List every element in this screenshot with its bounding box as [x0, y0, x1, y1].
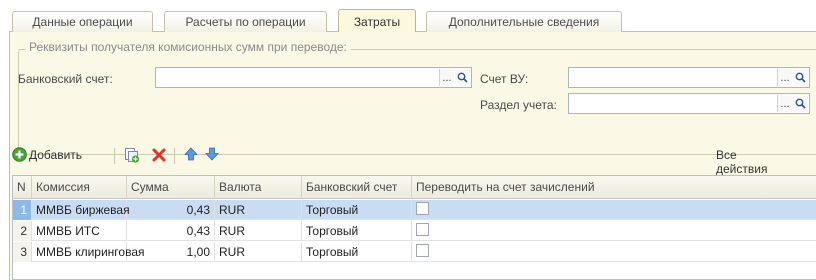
transfer-checkbox[interactable] — [416, 223, 429, 236]
search-icon[interactable] — [793, 95, 808, 112]
table-row[interactable]: 3 ММВБ клиринговая 1,00 RUR Торговый — [13, 242, 816, 262]
delete-icon — [152, 148, 166, 162]
tab-operation-settlements[interactable]: Расчеты по операции — [164, 11, 327, 32]
bank-account-select-button[interactable]: ... — [439, 69, 454, 86]
arrow-down-icon — [205, 147, 219, 161]
section-label: Раздел учета: — [480, 98, 557, 112]
currency-cell[interactable]: RUR — [215, 221, 302, 241]
amount-cell[interactable]: 1,00 — [127, 242, 215, 262]
table-row[interactable]: 1 ММВБ биржевая 0,43 RUR Торговый — [13, 200, 816, 220]
section-select-button[interactable]: ... — [777, 95, 792, 112]
bank-account-label: Банковский счет: — [18, 72, 113, 86]
table-row[interactable]: 2 ММВБ ИТС 0,43 RUR Торговый — [13, 221, 816, 241]
section-field[interactable]: ... — [568, 93, 810, 114]
column-header-transfer[interactable]: Переводить на счет зачислений — [412, 176, 816, 199]
row-number: 1 — [13, 200, 32, 220]
tab-bar: Данные операции Расчеты по операции Затр… — [9, 9, 816, 33]
group-title: Реквизиты получателя комисионных сумм пр… — [25, 40, 351, 54]
copy-icon — [125, 148, 140, 163]
commission-cell[interactable]: ММВБ ИТС — [32, 221, 127, 241]
vu-account-field[interactable]: ... — [568, 67, 810, 88]
commission-cell[interactable]: ММВБ клиринговая — [32, 242, 145, 262]
search-icon[interactable] — [455, 69, 470, 86]
vu-account-label: Счет ВУ: — [480, 72, 529, 86]
row-number: 2 — [13, 221, 32, 241]
delete-button[interactable] — [151, 147, 167, 163]
commission-cell[interactable]: ММВБ биржевая — [32, 200, 130, 220]
bank-account-cell[interactable]: Торговый — [302, 242, 412, 262]
transfer-checkbox[interactable] — [416, 244, 429, 257]
amount-cell[interactable]: 0,43 — [127, 221, 215, 241]
column-header-currency[interactable]: Валюта — [215, 176, 302, 199]
transfer-checkbox[interactable] — [416, 202, 429, 215]
tab-operation-data[interactable]: Данные операции — [12, 11, 153, 32]
bank-account-cell[interactable]: Торговый — [302, 200, 412, 220]
transfer-cell — [412, 242, 816, 262]
vu-account-select-button[interactable]: ... — [777, 69, 792, 86]
table-header: N Комиссия Сумма Валюта Банковский счет … — [13, 176, 816, 199]
arrow-up-icon — [184, 147, 198, 161]
add-button[interactable]: Добавить — [12, 147, 82, 162]
transfer-cell — [412, 200, 816, 220]
row-number: 3 — [13, 242, 32, 262]
tab-additional-info[interactable]: Дополнительные сведения — [426, 11, 622, 32]
transfer-cell — [412, 221, 816, 241]
expenses-table: N Комиссия Сумма Валюта Банковский счет … — [12, 175, 816, 280]
copy-button[interactable] — [124, 147, 140, 163]
add-button-label: Добавить — [29, 147, 83, 162]
toolbar-separator — [174, 148, 175, 164]
column-header-commission[interactable]: Комиссия — [32, 176, 127, 199]
currency-cell[interactable]: RUR — [215, 200, 302, 220]
move-down-button[interactable] — [204, 146, 220, 162]
amount-cell[interactable]: 0,43 — [127, 200, 215, 220]
bank-account-cell[interactable]: Торговый — [302, 221, 412, 241]
move-up-button[interactable] — [183, 146, 199, 162]
add-icon — [12, 147, 27, 162]
search-icon[interactable] — [793, 69, 808, 86]
column-header-n[interactable]: N — [13, 176, 32, 199]
column-header-amount[interactable]: Сумма — [127, 176, 215, 199]
bank-account-field[interactable]: ... — [155, 67, 472, 88]
toolbar-separator — [114, 148, 115, 164]
currency-cell[interactable]: RUR — [215, 242, 302, 262]
column-header-bank-account[interactable]: Банковский счет — [302, 176, 412, 199]
tab-expenses[interactable]: Затраты — [338, 9, 416, 33]
